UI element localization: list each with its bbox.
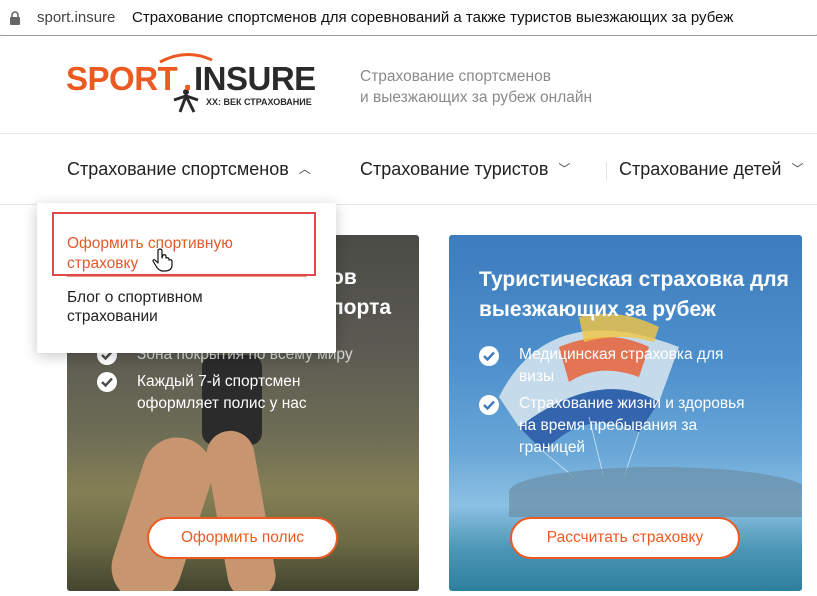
chevron-up-icon: ︿ [298,162,311,176]
chevron-down-icon: ﹀ [558,162,571,176]
tourists-bullet-2-line1: Страхование жизни и здоровья [519,395,745,412]
header-tagline: Страхование спортсменов и выезжающих за … [360,66,592,108]
address-domain: sport.insure [37,9,116,26]
header-tagline-line2: и выезжающих за рубеж онлайн [360,89,593,106]
tourists-bullet-2-line3: границей [519,439,586,456]
check-icon [479,395,499,415]
logo-tagline: XX: ВЕК СТРАХОВАНИЕ [206,97,312,107]
athletes-card-title-line2: порта [331,296,392,319]
get-policy-button[interactable]: Оформить полис [147,517,338,559]
address-page-title: Страхование спортсменов для соревнований… [132,9,734,26]
nav-item-tourists[interactable]: Страхование туристов ﹀ [360,159,570,180]
tourists-bullet-1-line2: визы [519,368,555,385]
logo-dot: . [183,60,193,97]
dropdown-item-sport-insurance-blog[interactable]: Блог о спортивном страховании [67,288,203,326]
dropdown-item-underline [67,276,307,277]
logo-word-sport: SPORT [66,60,178,97]
check-icon [479,346,499,366]
nav-item-athletes-label: Страхование спортсменов [67,159,289,179]
tourists-bullet-2-line2: на время пребывания за [519,417,698,434]
nav-separator [606,162,607,180]
site-logo[interactable]: SPORT . INSURE XX: ВЕК СТРАХОВАНИЕ [66,52,324,118]
athletes-bullet-2: Каждый 7-й спортсмен оформляет полис у н… [137,371,307,415]
lock-icon [10,11,20,25]
mountain-image [509,467,802,517]
athletes-bullet-2-line1: Каждый 7-й спортсмен [137,373,301,390]
runner-leg-image [102,428,222,591]
tourists-card-title-line2: выезжающих за рубеж [479,298,716,321]
nav-item-children-label: Страхование детей [619,159,782,179]
logo-word-insure: INSURE [194,60,316,97]
header-divider [0,133,817,134]
nav-item-tourists-label: Страхование туристов [360,159,549,179]
tourists-bullet-2: Страхование жизни и здоровья на время пр… [519,393,745,459]
chevron-down-icon: ﹀ [791,162,804,176]
tourists-bullet-1-line1: Медицинская страховка для [519,346,724,363]
check-icon [97,372,117,392]
dropdown-item-2-line1: Блог о спортивном [67,289,203,306]
tourists-card-title-line1: Туристическая страховка для [479,268,789,291]
tourists-card: Туристическая страховка для выезжающих з… [449,235,802,591]
hand-cursor-icon [152,248,173,272]
runner-leg-image [202,427,280,591]
highlight-box [52,212,316,276]
address-bar[interactable]: sport.insure Страхование спортсменов для… [0,0,817,38]
nav-item-children[interactable]: Страхование детей ﹀ [619,159,804,180]
nav-item-athletes[interactable]: Страхование спортсменов ︿ [67,159,311,180]
tourists-bullet-1: Медицинская страховка для визы [519,344,723,388]
calculate-insurance-button[interactable]: Рассчитать страховку [510,517,740,559]
athletes-bullet-2-line2: оформляет полис у нас [137,395,307,412]
header-tagline-line1: Страхование спортсменов [360,68,551,85]
dropdown-item-2-line2: страховании [67,308,158,325]
